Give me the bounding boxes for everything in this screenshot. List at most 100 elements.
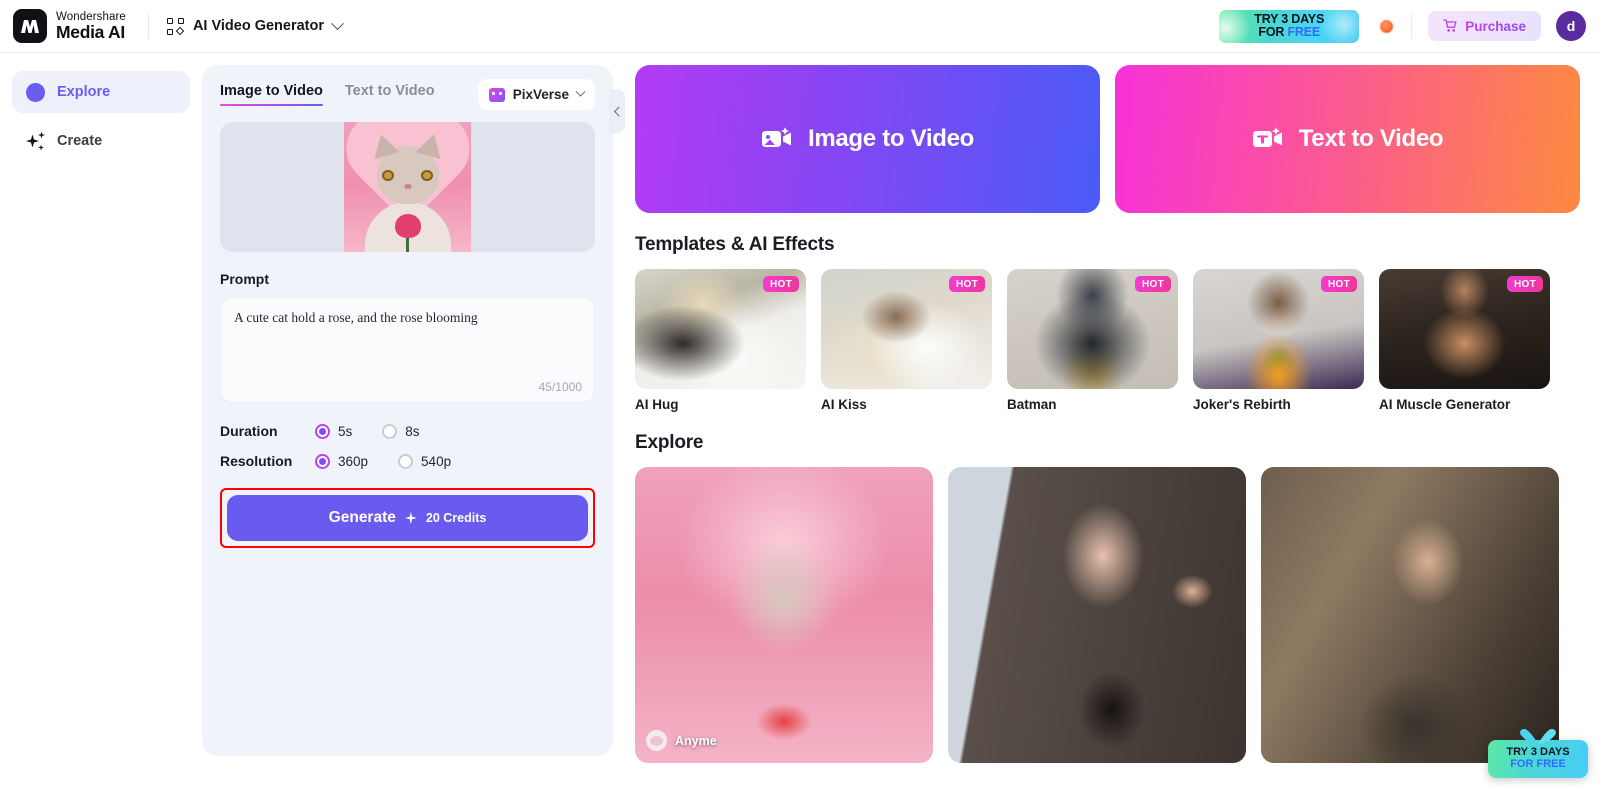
- explore-section: Explore Anyme: [635, 432, 1580, 763]
- top-bar: Wondershare Media AI AI Video Generator …: [0, 0, 1600, 53]
- duration-option-5s[interactable]: 5s: [315, 423, 353, 439]
- sidebar-item-label: Create: [57, 133, 103, 149]
- hero-label: Text to Video: [1298, 125, 1444, 152]
- logo-icon: [13, 9, 47, 43]
- panel-collapse-handle[interactable]: [609, 89, 625, 133]
- prompt-input[interactable]: A cute cat hold a rose, and the rose blo…: [220, 297, 595, 403]
- template-name: AI Muscle Generator: [1379, 397, 1511, 412]
- mode-tabs: Image to Video Text to Video PixVerse: [220, 79, 595, 110]
- purchase-button[interactable]: Purchase: [1428, 11, 1541, 41]
- grid-icon: [166, 17, 185, 35]
- explore-card-author[interactable]: Anyme: [646, 730, 717, 751]
- tab-text-to-video[interactable]: Text to Video: [345, 83, 435, 106]
- sidebar-item-explore[interactable]: Explore: [12, 71, 190, 113]
- template-card[interactable]: HOT AI Hug: [635, 269, 806, 412]
- resolution-option-360p[interactable]: 360p: [315, 453, 368, 469]
- notification-button[interactable]: [1375, 15, 1397, 37]
- radio-icon: [382, 423, 398, 439]
- text-video-icon: [1252, 126, 1284, 152]
- page-body: Explore Create Image to Video Text to Vi…: [0, 53, 1600, 789]
- promo-line-2: FOR FREE: [1258, 25, 1320, 39]
- avatar[interactable]: d: [1556, 11, 1586, 41]
- section-title: Explore: [635, 432, 704, 453]
- explore-card[interactable]: [948, 467, 1246, 763]
- prompt-label: Prompt: [220, 271, 269, 287]
- prompt-character-counter: 45/1000: [538, 380, 582, 394]
- section-title: Templates & AI Effects: [635, 234, 835, 255]
- sparkle-icon: [404, 512, 417, 524]
- generate-button[interactable]: Generate 20 Credits: [227, 495, 588, 541]
- template-name: Batman: [1007, 397, 1057, 412]
- cart-icon: [1443, 19, 1458, 33]
- hot-badge: HOT: [762, 276, 799, 292]
- explore-card[interactable]: Anyme: [635, 467, 933, 763]
- hero-image-to-video[interactable]: Image to Video: [635, 65, 1100, 213]
- app-switcher-label: AI Video Generator: [192, 18, 325, 34]
- template-name: AI Hug: [635, 397, 679, 412]
- prompt-value: A cute cat hold a rose, and the rose blo…: [234, 310, 478, 325]
- image-video-icon: [761, 126, 793, 152]
- template-thumbnail: HOT: [1379, 269, 1550, 389]
- image-upload-preview[interactable]: [220, 122, 595, 252]
- template-thumbnail: HOT: [1193, 269, 1364, 389]
- floating-try-free-promo[interactable]: TRY 3 DAYS FOR FREE: [1488, 728, 1588, 778]
- purchase-label: Purchase: [1465, 18, 1526, 34]
- duration-option-8s[interactable]: 8s: [382, 423, 420, 439]
- config-panel-wrapper: Image to Video Text to Video PixVerse Pr…: [202, 53, 625, 789]
- template-card[interactable]: HOT Batman: [1007, 269, 1178, 412]
- notification-dot-icon: [1379, 19, 1393, 33]
- generate-label: Generate: [328, 509, 396, 526]
- duration-row: Duration 5s 8s: [220, 423, 595, 439]
- templates-section: Templates & AI Effects HOT AI Hug HOT AI…: [635, 234, 1580, 412]
- sparkle-icon: [26, 131, 45, 151]
- duration-option-label: 8s: [405, 423, 420, 439]
- author-name: Anyme: [675, 733, 717, 748]
- template-card[interactable]: HOT AI Kiss: [821, 269, 992, 412]
- hot-badge: HOT: [1134, 276, 1171, 292]
- template-name: Joker's Rebirth: [1193, 397, 1291, 412]
- hero-text-to-video[interactable]: Text to Video: [1115, 65, 1580, 213]
- hero-actions: Image to Video Text to Video: [635, 65, 1580, 213]
- pixverse-icon: [488, 87, 505, 102]
- try-free-banner[interactable]: TRY 3 DAYS FOR FREE: [1219, 9, 1360, 43]
- chevron-down-icon: [575, 86, 586, 97]
- main-content: Image to Video Text to Video Templates &…: [624, 53, 1600, 789]
- divider: [147, 13, 149, 39]
- radio-icon: [398, 453, 414, 469]
- sidebar: Explore Create: [0, 53, 202, 789]
- brand-logo[interactable]: Wondershare Media AI: [13, 9, 126, 43]
- model-selector[interactable]: PixVerse: [477, 79, 595, 110]
- template-name: AI Kiss: [821, 397, 867, 412]
- template-thumbnail: HOT: [821, 269, 992, 389]
- template-thumbnail: HOT: [1007, 269, 1178, 389]
- resolution-option-540p[interactable]: 540p: [398, 453, 452, 469]
- explore-grid: Anyme: [635, 467, 1580, 763]
- gift-ribbon-icon: [1515, 727, 1561, 745]
- templates-row: HOT AI Hug HOT AI Kiss HOT Batman HOT Jo…: [635, 269, 1580, 412]
- resolution-option-label: 540p: [421, 453, 452, 469]
- explore-card[interactable]: [1261, 467, 1559, 763]
- sidebar-item-create[interactable]: Create: [12, 120, 190, 162]
- template-card[interactable]: HOT Joker's Rebirth: [1193, 269, 1364, 412]
- hot-badge: HOT: [948, 276, 985, 292]
- radio-icon: [315, 453, 330, 469]
- divider: [1411, 14, 1413, 38]
- app-switcher[interactable]: AI Video Generator: [166, 16, 344, 35]
- avatar: [646, 730, 667, 751]
- template-card[interactable]: HOT AI Muscle Generator: [1379, 269, 1550, 412]
- radio-icon: [315, 423, 330, 439]
- chevron-down-icon: [331, 16, 344, 30]
- model-name: PixVerse: [512, 87, 569, 102]
- resolution-row: Resolution 360p 540p: [220, 453, 595, 469]
- promo-line-2: FOR FREE: [1510, 758, 1566, 770]
- tab-label: Text to Video: [344, 83, 435, 99]
- uploaded-image-thumbnail: [344, 122, 471, 252]
- top-bar-actions: TRY 3 DAYS FOR FREE Purchase d: [1219, 9, 1600, 43]
- duration-option-label: 5s: [338, 423, 353, 439]
- brand-bottom-line: Media AI: [56, 21, 125, 42]
- hot-badge: HOT: [1320, 276, 1357, 292]
- hero-label: Image to Video: [807, 125, 975, 152]
- sidebar-item-label: Explore: [57, 84, 111, 100]
- tab-image-to-video[interactable]: Image to Video: [220, 83, 323, 106]
- hot-badge: HOT: [1506, 276, 1543, 292]
